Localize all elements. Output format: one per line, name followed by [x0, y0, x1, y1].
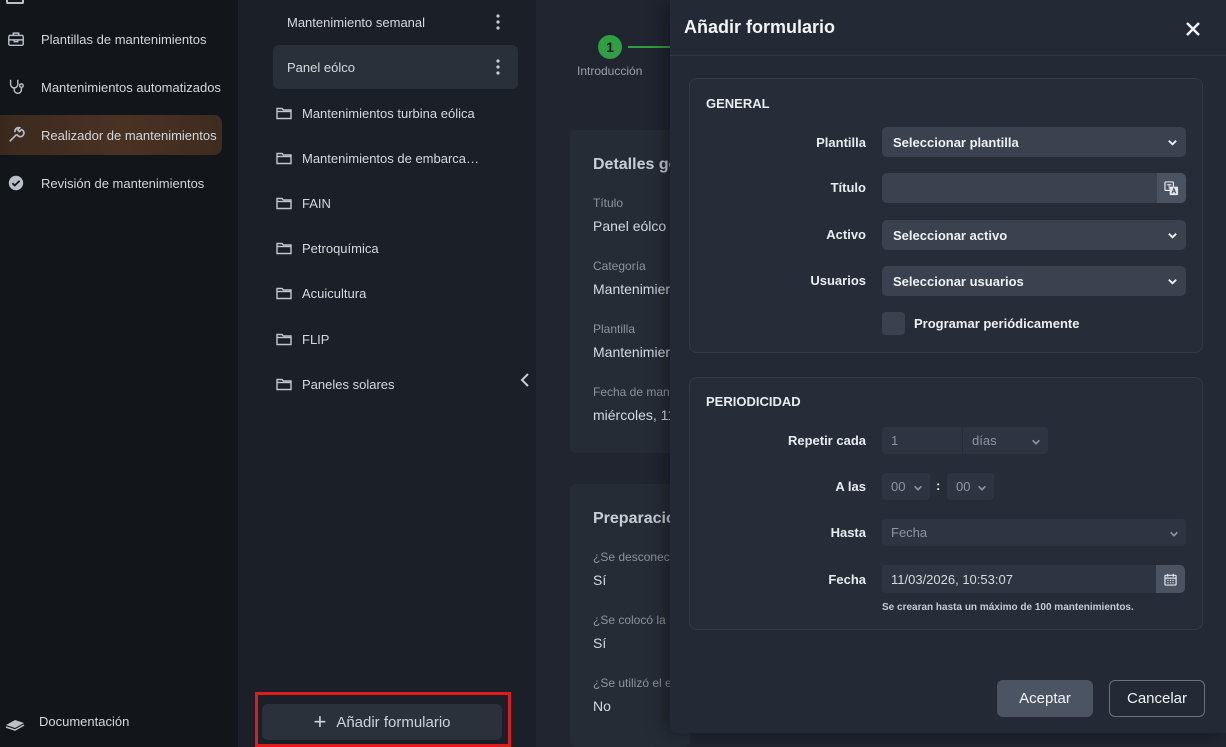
add-form-label: Añadir formulario [336, 713, 451, 731]
folder-label: FAIN [302, 195, 331, 211]
book-icon [4, 710, 26, 732]
kebab-menu-icon[interactable] [486, 10, 510, 34]
schedule-checkbox[interactable] [882, 312, 905, 335]
chevron-down-icon [977, 481, 987, 491]
folder-item[interactable]: Paneles solares [276, 374, 395, 394]
step-label: Introducción [577, 64, 643, 78]
select-value: Fecha [891, 525, 928, 540]
asset-select[interactable]: Seleccionar activo [882, 220, 1186, 250]
periodicity-section: PERIODICIDAD Repetir cada 1 días A las 0… [689, 377, 1203, 630]
step-indicator[interactable]: 1 [598, 35, 622, 59]
folder-label: Mantenimientos de embarca… [302, 150, 480, 166]
date-input[interactable]: 11/03/2026, 10:53:07 [882, 565, 1157, 593]
max-help-text: Se crearan hasta un máximo de 100 manten… [882, 602, 1134, 613]
tree-item-label: Mantenimiento semanal [287, 14, 426, 30]
users-select[interactable]: Seleccionar usuarios [882, 266, 1186, 296]
collapse-chevron-left-icon[interactable] [520, 372, 534, 390]
until-select[interactable]: Fecha [882, 519, 1186, 546]
repeat-unit-select[interactable]: días [963, 427, 1048, 454]
template-select[interactable]: Seleccionar plantilla [882, 127, 1186, 157]
main-navigation: Plantillas de mantenimientos Mantenimien… [0, 0, 238, 747]
add-form-dialog: Añadir formulario GENERAL Plantilla Sele… [670, 0, 1226, 733]
folder-label: Mantenimientos turbina eólica [302, 105, 475, 121]
nav-item-performer[interactable]: Realizador de mantenimientos [0, 115, 222, 155]
folder-label: FLIP [302, 331, 330, 347]
chevron-down-icon [1169, 527, 1179, 537]
section-title: GENERAL [706, 96, 770, 111]
tree-item-label: Panel eólco [287, 59, 355, 75]
select-value: Seleccionar usuarios [893, 273, 1024, 289]
folder-icon [276, 332, 292, 346]
section-title: PERIODICIDAD [706, 394, 801, 409]
date-label: Fecha [828, 572, 866, 587]
cancel-button[interactable]: Cancelar [1109, 680, 1205, 717]
chevron-down-icon [1167, 275, 1178, 286]
chevron-down-icon [1031, 435, 1041, 445]
nav-item-templates[interactable]: Plantillas de mantenimientos [0, 19, 222, 59]
translate-icon[interactable] [1157, 173, 1186, 203]
select-value: días [972, 433, 997, 448]
select-value: Seleccionar plantilla [893, 134, 1019, 150]
accept-button[interactable]: Aceptar [997, 680, 1093, 717]
folder-icon [276, 196, 292, 210]
folder-item[interactable]: Acuicultura [276, 283, 366, 303]
nav-item-documentation[interactable]: Documentación [4, 710, 129, 732]
menu-icon[interactable] [6, 0, 24, 4]
schedule-label: Programar periódicamente [914, 316, 1080, 331]
select-value: Seleccionar activo [893, 227, 1008, 243]
folder-item[interactable]: Mantenimientos turbina eólica [276, 103, 475, 123]
folder-item[interactable]: FAIN [276, 193, 331, 213]
folder-icon [276, 241, 292, 255]
toolbox-icon [6, 29, 26, 49]
tree-item-weekly[interactable]: Mantenimiento semanal [273, 0, 518, 44]
until-label: Hasta [830, 525, 866, 540]
chevron-down-icon [1167, 229, 1178, 240]
dialog-title: Añadir formulario [684, 17, 836, 37]
nav-item-review[interactable]: Revisión de mantenimientos [0, 163, 222, 203]
time-separator: : [936, 478, 941, 493]
chevron-down-icon [1167, 136, 1178, 147]
wrench-icon [6, 125, 26, 145]
folder-icon [276, 377, 292, 391]
title-label: Título [830, 180, 866, 195]
folder-icon [276, 286, 292, 300]
folder-label: Petroquímica [302, 240, 379, 256]
asset-label: Activo [826, 227, 866, 242]
time-label: A las [835, 479, 866, 494]
nav-item-label: Revisión de mantenimientos [41, 175, 205, 191]
forms-tree-panel: Mantenimiento semanal Panel eólco Manten… [238, 0, 536, 747]
folder-item[interactable]: FLIP [276, 329, 329, 349]
folder-label: Acuicultura [302, 285, 367, 301]
chevron-down-icon [913, 481, 923, 491]
select-value: 00 [956, 479, 971, 494]
add-form-button[interactable]: + Añadir formulario [262, 704, 502, 740]
kebab-menu-icon[interactable] [486, 55, 510, 79]
template-label: Plantilla [816, 135, 866, 150]
nav-doc-label: Documentación [39, 713, 130, 729]
general-section: GENERAL Plantilla Seleccionar plantilla … [689, 78, 1203, 353]
nav-item-label: Realizador de mantenimientos [41, 127, 217, 143]
hour-select[interactable]: 00 [882, 473, 930, 500]
calendar-icon[interactable] [1156, 565, 1185, 593]
nav-item-label: Plantillas de mantenimientos [41, 31, 207, 47]
nav-item-automated[interactable]: Mantenimientos automatizados [0, 67, 222, 107]
close-icon[interactable] [1182, 18, 1204, 40]
folder-item[interactable]: Mantenimientos de embarca… [276, 148, 479, 168]
dialog-header: Añadir formulario [670, 0, 1226, 56]
repeat-label: Repetir cada [787, 433, 866, 448]
folder-label: Paneles solares [302, 376, 395, 392]
minute-select[interactable]: 00 [947, 473, 994, 500]
check-circle-icon [6, 173, 26, 193]
stethoscope-icon [6, 77, 26, 97]
repeat-input[interactable]: 1 [882, 427, 962, 454]
folder-icon [276, 151, 292, 165]
folder-item[interactable]: Petroquímica [276, 238, 379, 258]
folder-icon [276, 106, 292, 120]
select-value: 00 [891, 479, 906, 494]
nav-item-label: Mantenimientos automatizados [41, 79, 221, 95]
users-label: Usuarios [810, 273, 866, 288]
tree-item-wind-panel[interactable]: Panel eólco [273, 45, 518, 89]
title-input[interactable] [882, 173, 1157, 203]
plus-icon: + [313, 709, 327, 734]
